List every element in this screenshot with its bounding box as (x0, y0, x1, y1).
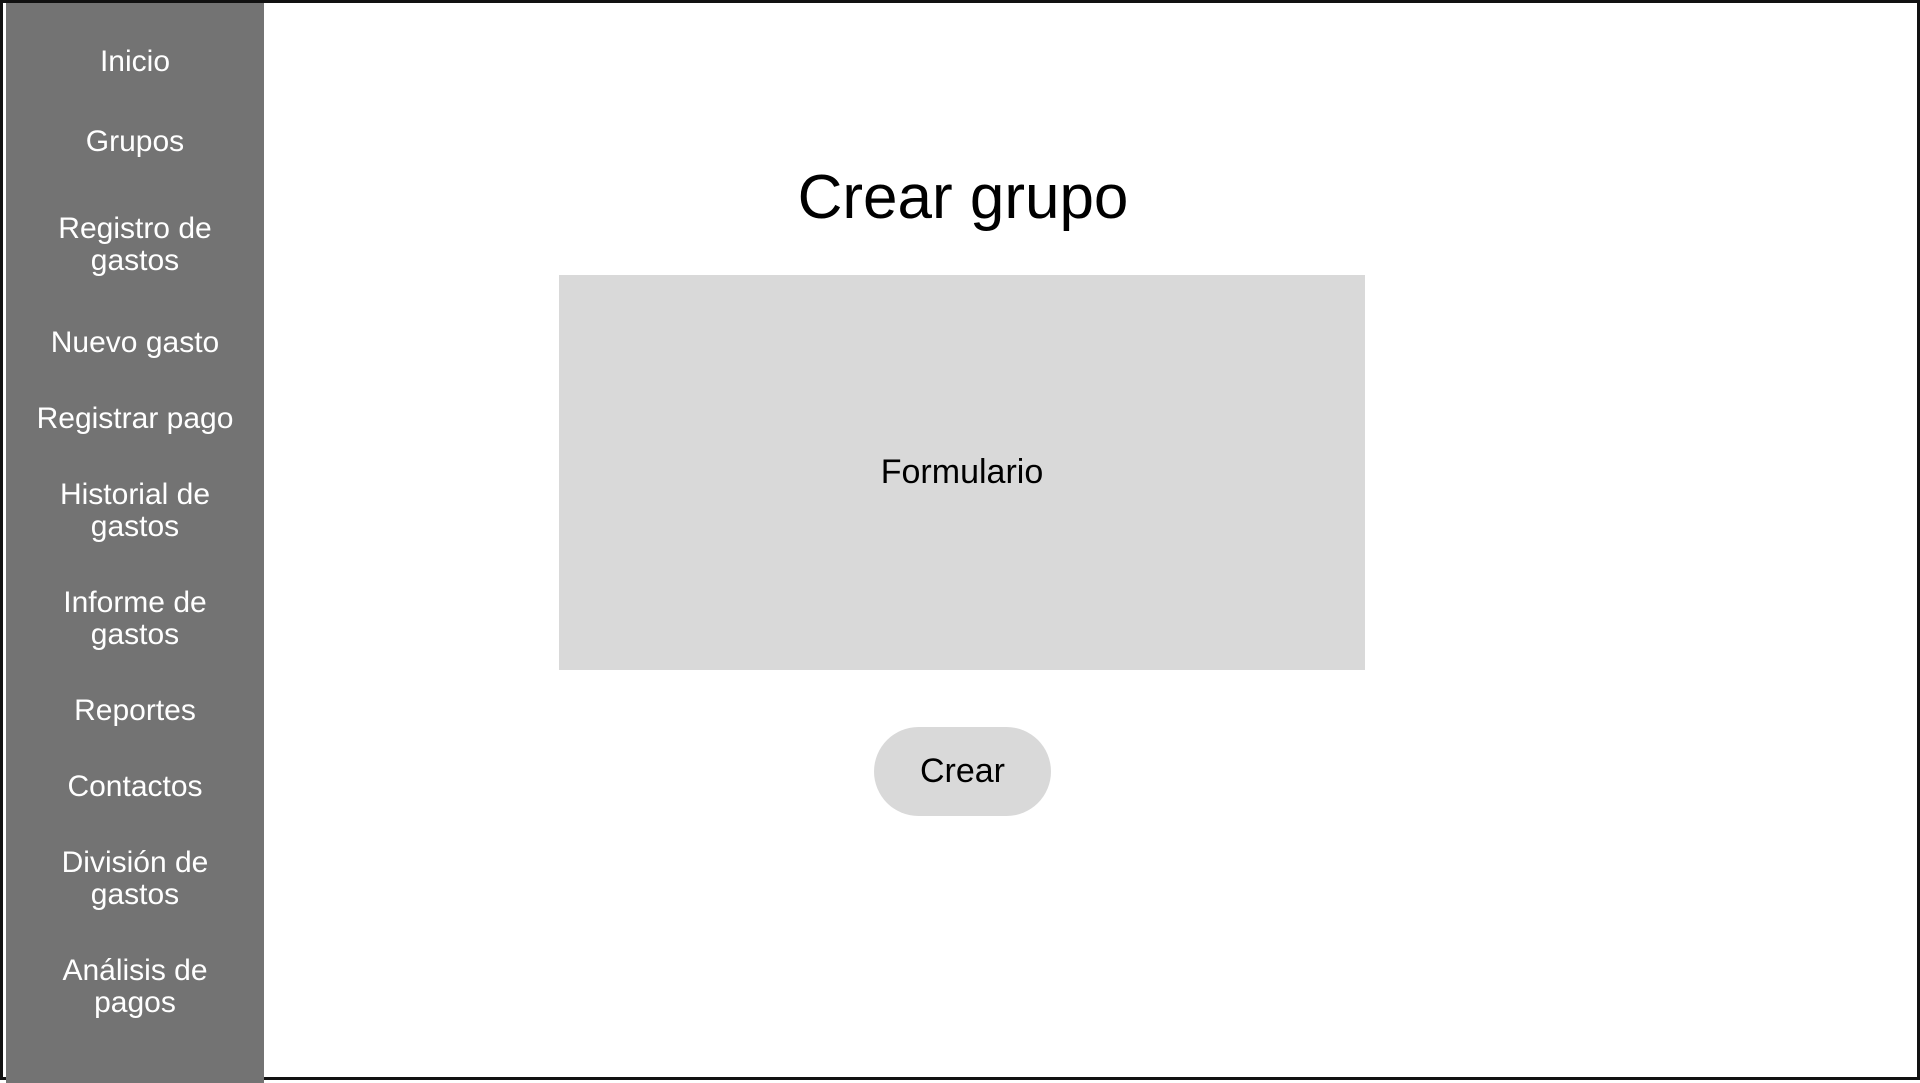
sidebar-item-registrar-pago[interactable]: Registrar pago (6, 403, 264, 435)
sidebar-item-registro-de-gastos[interactable]: Registro de gastos (6, 213, 264, 277)
sidebar-item-grupos[interactable]: Grupos (6, 126, 264, 158)
sidebar-item-nuevo-gasto[interactable]: Nuevo gasto (6, 327, 264, 359)
sidebar-item-contactos[interactable]: Contactos (6, 771, 264, 803)
sidebar-item-historial-de-gastos[interactable]: Historial de gastos (6, 479, 264, 543)
sidebar-item-label: Historial de gastos (59, 478, 211, 543)
sidebar-item-label: Registrar pago (36, 402, 234, 435)
sidebar-item-label: Análisis de pagos (62, 954, 208, 1019)
sidebar-item-informe-de-gastos[interactable]: Informe de gastos (6, 587, 264, 651)
sidebar-item-label: División de gastos (61, 846, 209, 911)
app-window: Inicio Grupos Registro de gastos Nuevo g… (0, 0, 1920, 1083)
sidebar-item-division-de-gastos[interactable]: División de gastos (6, 847, 264, 911)
sidebar-nav: Inicio Grupos Registro de gastos Nuevo g… (6, 3, 264, 1083)
sidebar-item-label: Registro de gastos (58, 212, 212, 277)
form-placeholder-label: Formulario (880, 453, 1044, 491)
sidebar-item-label: Nuevo gasto (50, 326, 220, 359)
sidebar-item-label: Contactos (67, 770, 203, 803)
sidebar-item-label: Informe de gastos (63, 586, 207, 651)
sidebar-item-label: Reportes (74, 694, 196, 727)
sidebar-item-reportes[interactable]: Reportes (6, 695, 264, 727)
sidebar-item-inicio[interactable]: Inicio (6, 46, 264, 78)
form-placeholder[interactable]: Formulario (559, 275, 1365, 670)
sidebar-item-label: Inicio (99, 45, 171, 78)
sidebar-item-analisis-de-pagos[interactable]: Análisis de pagos (6, 955, 264, 1019)
create-button[interactable]: Crear (874, 727, 1051, 816)
page-title: Crear grupo (797, 163, 1129, 232)
sidebar-item-label: Grupos (85, 125, 185, 158)
